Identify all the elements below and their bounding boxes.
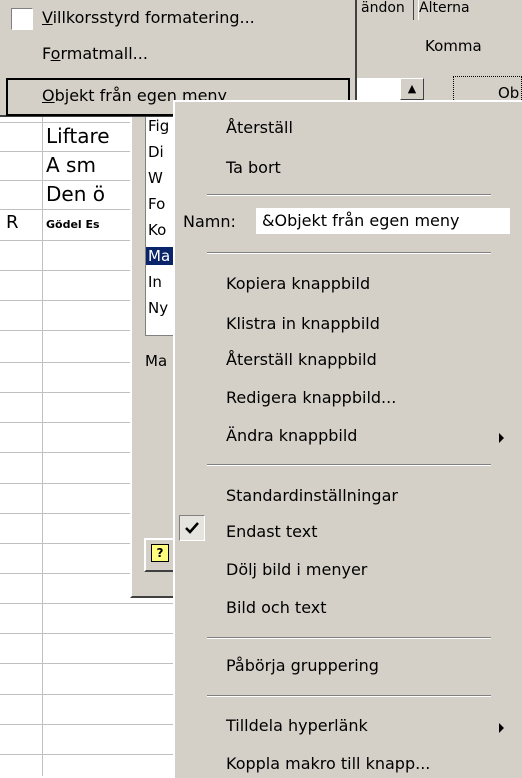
commands-label: Komma [425,37,482,55]
menu-item-label: rmatmall... [60,44,148,63]
menu-item-default-style[interactable]: Standardinställningar [226,486,398,505]
menu-item-delete[interactable]: Ta bort [226,158,281,177]
menu-separator [207,464,491,466]
name-input[interactable]: &Objekt från egen meny [256,208,510,234]
dialog-tabs-area: ändon Alterna Komma ▲ Ob [355,0,522,115]
menu-item-edit-image[interactable]: Redigera knappbild... [226,388,396,407]
sheet-cell[interactable]: Liftare [46,124,110,148]
menu-item-text-only[interactable]: Endast text [226,522,317,541]
sheet-cell[interactable]: A sm [46,153,96,177]
menu-item-assign-hyperlink[interactable]: Tilldela hyperlänk [226,716,368,735]
list-item[interactable]: W [148,169,163,187]
macro-label: Ma [145,352,168,370]
menu-item-style[interactable]: Formatmall... [42,44,148,63]
name-label: Namn: [183,212,236,231]
sheet-cell[interactable]: Den ö [46,182,105,206]
menu-separator [207,695,491,697]
sheet-cell-fragment: R [6,212,19,233]
button-context-menu: Återställ Ta bort Namn: &Objekt från ege… [173,100,522,778]
sheet-cell[interactable]: Gödel Es [46,218,100,231]
menu-item-image-and-text[interactable]: Bild och text [226,598,327,617]
accel: O [42,86,55,105]
menu-item-reset[interactable]: Återställ [226,118,293,137]
menu-item-begin-group[interactable]: Påbörja gruppering [226,656,379,675]
list-item[interactable]: Ko [148,221,166,239]
accel: V [42,8,53,27]
menu-item-copy-image[interactable]: Kopiera knappbild [226,274,370,293]
menu-item-label: illkorsstyrd formatering... [52,8,255,27]
menu-separator [207,194,491,196]
menu-item-paste-image[interactable]: Klistra in knappbild [226,314,380,333]
scroll-up-button[interactable]: ▲ [400,78,424,100]
tab-commands[interactable]: ändon [355,0,414,20]
checkmark-icon [179,515,205,541]
list-item[interactable]: In [148,273,162,291]
submenu-arrow-icon [499,723,504,733]
tab-options[interactable]: Alterna [418,0,522,20]
menu-item-hide-image[interactable]: Dölj bild i menyer [226,560,367,579]
submenu-arrow-icon [499,433,504,443]
accel: o [50,44,61,63]
list-item[interactable]: Ny [148,299,168,317]
list-item[interactable]: Fig [148,117,169,135]
menu-item-assign-macro[interactable]: Koppla makro till knapp... [226,754,430,773]
conditional-format-icon [11,8,33,30]
menu-separator [207,637,491,639]
menu-item-conditional-formatting[interactable]: Villkorsstyrd formatering... [42,8,255,27]
menu-item-label: F [42,44,51,63]
menu-item-reset-image[interactable]: Återställ knappbild [226,350,377,369]
list-item[interactable]: Di [148,143,164,161]
menu-separator [207,252,491,254]
help-icon: ? [151,544,169,562]
menu-item-change-image[interactable]: Ändra knappbild [226,426,357,445]
list-item[interactable]: Fo [148,195,165,213]
